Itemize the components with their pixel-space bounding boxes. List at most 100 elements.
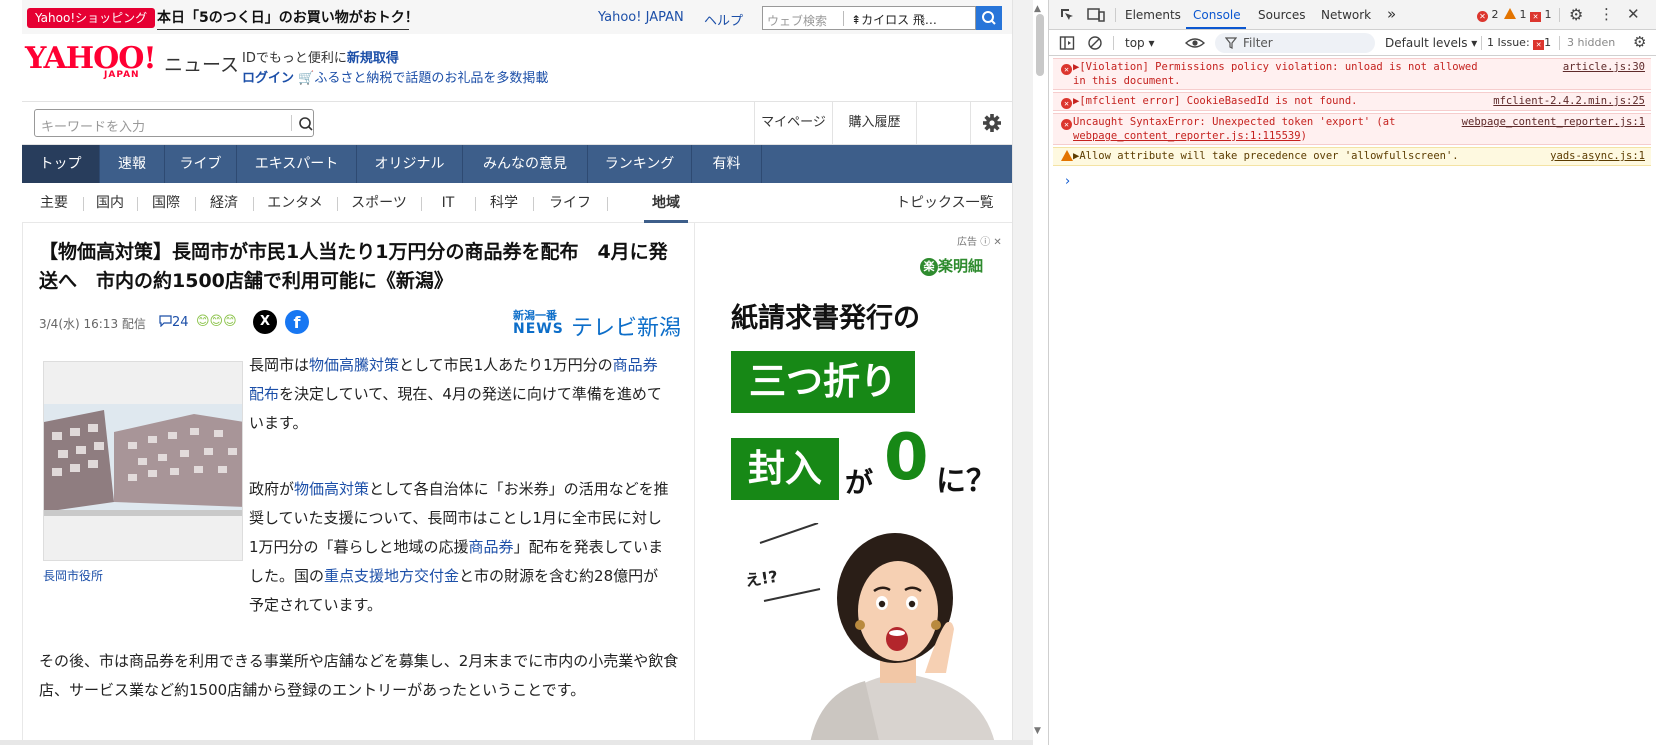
sub-nav-entertainment[interactable]: エンタメ: [260, 183, 330, 223]
topics-list-link[interactable]: トピックス一覧: [896, 183, 994, 223]
hidden-messages-count: 3 hidden: [1567, 36, 1616, 49]
comment-count-link[interactable]: 24: [159, 315, 189, 330]
login-line: ログイン 🛒ふるさと納税で話題のお礼品を多数掲載: [242, 67, 548, 86]
console-error-link[interactable]: webpage_content_reporter.js:1:115539: [1073, 130, 1301, 142]
keyword-link[interactable]: 商品券: [469, 538, 514, 556]
sub-nav-life[interactable]: ライフ: [540, 183, 600, 223]
sidebar-toggle-icon[interactable]: [1059, 35, 1075, 51]
sub-nav-economy[interactable]: 経済: [202, 183, 246, 223]
error-count-badge[interactable]: ✕ 2: [1477, 8, 1499, 22]
purchase-history-button[interactable]: 購入履歴: [832, 102, 916, 144]
console-message-warning[interactable]: ▶Allow attribute will take precedence ov…: [1053, 147, 1651, 166]
issues-button[interactable]: 1 Issue: ✕ 1: [1487, 36, 1551, 50]
console-prompt[interactable]: ›: [1065, 174, 1070, 189]
main-nav-original[interactable]: オリジナル: [357, 145, 463, 183]
keyword-link[interactable]: 物価高騰対策: [309, 356, 399, 374]
warning-count-badge[interactable]: 1: [1504, 8, 1527, 21]
devtools-separator: [1559, 36, 1560, 50]
id-promo-text: IDでもっと便利に: [242, 51, 347, 66]
shopping-badge[interactable]: Yahoo!ショッピング: [27, 8, 156, 28]
keyword-link[interactable]: 重点支援地方交付金: [324, 567, 459, 585]
tab-network[interactable]: Network: [1321, 8, 1371, 22]
live-expression-eye-icon[interactable]: [1185, 35, 1205, 51]
filter-icon: [1225, 37, 1237, 49]
web-search-button[interactable]: [976, 6, 1002, 30]
main-nav-expert[interactable]: エキスパート: [237, 145, 357, 183]
city-hall-photo: [44, 362, 242, 560]
settings-gear-icon[interactable]: ⚙: [1569, 5, 1583, 24]
signup-link[interactable]: 新規取得: [347, 51, 399, 66]
main-nav-top[interactable]: トップ: [22, 145, 100, 183]
article-photo[interactable]: [43, 361, 243, 561]
sub-nav-separator: [83, 197, 84, 211]
cart-icon: 🛒: [298, 71, 315, 86]
search-icon[interactable]: [297, 115, 315, 133]
share-x-button[interactable]: X: [253, 310, 277, 334]
console-settings-gear-icon[interactable]: ⚙: [1633, 33, 1646, 51]
kebab-menu-icon[interactable]: ⋮: [1599, 5, 1614, 23]
main-nav-breaking[interactable]: 速報: [100, 145, 165, 183]
console-message-error[interactable]: ✕ ▶[mfclient error] CookieBasedId is not…: [1053, 92, 1651, 111]
page-scrollbar-thumb[interactable]: [1036, 14, 1044, 76]
web-search-input[interactable]: ウェブ検索 ⇞カイロス 飛…: [762, 6, 976, 30]
ad-label[interactable]: 広告 ⓘ ✕: [957, 233, 1002, 248]
device-toolbar-icon[interactable]: [1087, 7, 1105, 23]
console-message-error[interactable]: ✕ ▶[Violation] Permissions policy violat…: [1053, 58, 1651, 90]
sub-nav-it[interactable]: IT: [428, 183, 468, 223]
main-nav-paid[interactable]: 有料: [692, 145, 762, 183]
console-message-source[interactable]: mfclient-2.4.2.min.js:25: [1493, 94, 1645, 108]
ad-ni: に？: [936, 464, 996, 499]
close-icon[interactable]: ✕: [993, 237, 1001, 248]
yahoo-japan-link[interactable]: Yahoo! JAPAN: [598, 10, 684, 25]
console-message-source[interactable]: article.js:30: [1563, 60, 1645, 74]
help-link[interactable]: ヘルプ: [704, 10, 743, 29]
devtools-separator: [1559, 8, 1560, 22]
sub-nav-sports[interactable]: スポーツ: [344, 183, 414, 223]
sub-nav-science[interactable]: 科学: [482, 183, 526, 223]
reaction-faces-icon[interactable]: 😊😊😊: [196, 314, 237, 329]
source-logo[interactable]: 新潟一番 NEWS テレビ新潟: [513, 307, 681, 341]
scroll-down-arrow-icon[interactable]: ▼: [1034, 726, 1041, 736]
console-message-source[interactable]: yads-async.js:1: [1550, 149, 1645, 163]
context-selector[interactable]: top ▾: [1125, 36, 1155, 50]
tab-elements[interactable]: Elements: [1125, 8, 1181, 22]
tab-console[interactable]: Console: [1193, 8, 1241, 22]
console-filter-input[interactable]: Filter: [1215, 33, 1375, 53]
tab-sources[interactable]: Sources: [1258, 8, 1305, 22]
sub-nav-separator: [421, 197, 422, 211]
ad-ga: が: [845, 466, 874, 499]
sub-nav-local[interactable]: 地域: [644, 183, 688, 223]
issue-count-badge[interactable]: ✕ 1: [1530, 8, 1552, 22]
main-nav-ranking[interactable]: ランキング: [588, 145, 692, 183]
keyword-search-input[interactable]: キーワードを入力: [34, 109, 314, 137]
share-facebook-button[interactable]: f: [285, 310, 309, 334]
page-bottom-edge: [0, 740, 1033, 745]
promo-link[interactable]: 本日「5のつく日」のお買い物がおトク！: [157, 8, 419, 28]
login-link[interactable]: ログイン: [242, 71, 294, 86]
inspect-element-icon[interactable]: [1059, 7, 1075, 23]
ad-box-enclose: 封入: [731, 438, 839, 500]
console-message-error[interactable]: ✕ Uncaught SyntaxError: Unexpected token…: [1053, 113, 1651, 145]
main-nav-live[interactable]: ライブ: [165, 145, 237, 183]
scroll-up-arrow-icon[interactable]: ▲: [1034, 4, 1041, 14]
furusato-link[interactable]: ふるさと納税で話題のお礼品を多数掲載: [314, 71, 548, 86]
photo-caption[interactable]: 長岡市役所: [43, 567, 103, 584]
clear-console-icon[interactable]: [1087, 35, 1103, 51]
sub-nav-main[interactable]: 主要: [32, 183, 76, 223]
main-nav-opinions[interactable]: みんなの意見: [463, 145, 588, 183]
sub-nav-domestic[interactable]: 国内: [90, 183, 130, 223]
settings-button[interactable]: [970, 102, 1012, 144]
error-count: 2: [1491, 8, 1499, 21]
sub-nav-world[interactable]: 国際: [144, 183, 188, 223]
search-row: キーワードを入力 マイページ 購入履歴: [22, 101, 1012, 145]
news-logo[interactable]: ニュース: [164, 50, 239, 77]
ad-banner[interactable]: 広告 ⓘ ✕ 楽楽明細 紙請求書発行の 三つ折り 封入 が 0 に？ え!?: [695, 223, 1012, 745]
devtools-separator: [1481, 36, 1482, 50]
web-search-suggestion[interactable]: ⇞カイロス 飛…: [851, 11, 951, 28]
mypage-button[interactable]: マイページ: [754, 102, 832, 144]
console-message-source[interactable]: webpage_content_reporter.js:1: [1462, 115, 1645, 129]
keyword-link[interactable]: 物価高対策: [294, 480, 369, 498]
log-levels-dropdown[interactable]: Default levels ▾: [1385, 36, 1477, 50]
close-devtools-icon[interactable]: ✕: [1627, 5, 1640, 23]
more-tabs-button[interactable]: »: [1387, 5, 1396, 23]
